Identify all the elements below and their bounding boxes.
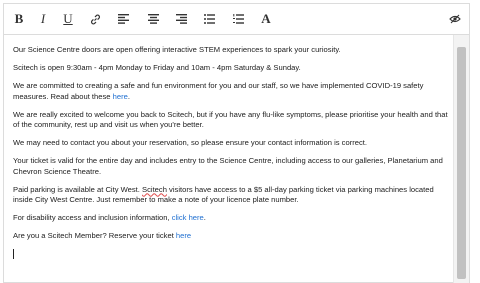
- numbered-list-icon: [232, 14, 244, 24]
- disability-end: .: [203, 213, 206, 222]
- paragraph-disability: For disability access and inclusion info…: [13, 213, 453, 224]
- text-caret: [13, 249, 14, 259]
- underline-icon: U: [63, 11, 73, 26]
- scrollbar-thumb[interactable]: [457, 47, 466, 279]
- align-right-button[interactable]: [172, 10, 190, 28]
- disability-link[interactable]: click here: [172, 213, 204, 222]
- italic-icon: I: [40, 11, 46, 26]
- paragraph-member: Are you a Scitech Member? Reserve your t…: [13, 231, 453, 242]
- bold-icon: B: [14, 11, 24, 26]
- link-button[interactable]: [86, 10, 104, 28]
- paragraph-hours: Scitech is open 9:30am - 4pm Monday to F…: [13, 63, 301, 72]
- editor-content[interactable]: Our Science Centre doors are open offeri…: [4, 35, 453, 283]
- editor-toolbar: B I U A: [4, 4, 469, 35]
- rich-text-editor: B I U A Our Science Centre doors are ope…: [3, 3, 470, 283]
- align-right-icon: [175, 14, 187, 24]
- paragraph-covid: We are committed to creating a safe and …: [13, 81, 453, 102]
- paragraph-contact: We may need to contact you about your re…: [13, 138, 367, 147]
- bold-button[interactable]: B: [10, 10, 28, 28]
- bullet-list-button[interactable]: [200, 10, 218, 28]
- align-left-icon: [117, 14, 129, 24]
- align-center-icon: [147, 14, 159, 24]
- paragraph-intro: Our Science Centre doors are open offeri…: [13, 45, 341, 54]
- disability-text: For disability access and inclusion info…: [13, 213, 172, 222]
- font-color-icon: A: [261, 11, 271, 26]
- covid-end: .: [127, 91, 130, 101]
- align-center-button[interactable]: [144, 10, 162, 28]
- spellcheck-word: Scitech: [142, 184, 167, 194]
- font-color-button[interactable]: A: [257, 10, 275, 28]
- covid-link[interactable]: here: [113, 92, 128, 101]
- paragraph-ticket: Your ticket is valid for the entire day …: [13, 156, 443, 176]
- member-text: Are you a Scitech Member? Reserve your t…: [13, 231, 176, 240]
- eye-off-icon: [449, 14, 461, 24]
- align-left-button[interactable]: [114, 10, 132, 28]
- visibility-toggle-button[interactable]: [446, 10, 464, 28]
- member-link[interactable]: here: [176, 231, 191, 240]
- link-icon: [90, 14, 100, 24]
- covid-text: We are committed to creating a safe and …: [13, 81, 424, 101]
- parking-text-a: Paid parking is available at City West.: [13, 184, 143, 194]
- bullet-list-icon: [203, 14, 215, 24]
- paragraph-symptoms: We are really excited to welcome you bac…: [13, 109, 448, 130]
- underline-button[interactable]: U: [59, 10, 77, 28]
- italic-button[interactable]: I: [34, 10, 52, 28]
- vertical-scrollbar[interactable]: [453, 35, 469, 283]
- numbered-list-button[interactable]: [229, 10, 247, 28]
- paragraph-parking: Paid parking is available at City West. …: [13, 185, 453, 206]
